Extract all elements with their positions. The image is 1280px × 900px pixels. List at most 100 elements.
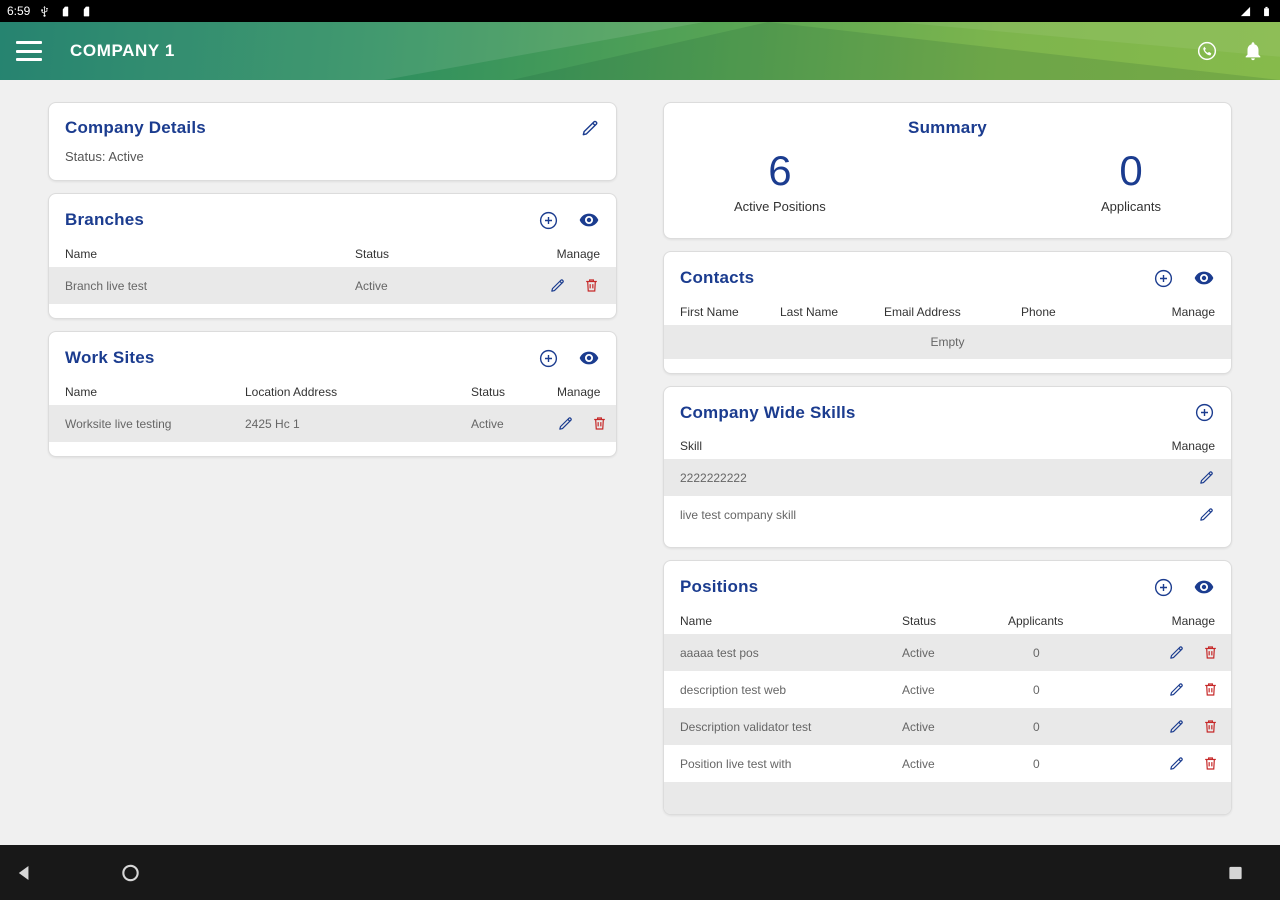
add-skill-icon[interactable] bbox=[1194, 402, 1215, 423]
signal-icon bbox=[1239, 5, 1252, 18]
appbar-decoration bbox=[896, 22, 1280, 57]
contacts-card: Contacts First Name Last Name Email Addr… bbox=[663, 251, 1232, 375]
column-header: Last Name bbox=[780, 304, 839, 319]
company-status-text: Status: Active bbox=[65, 149, 144, 164]
column-header: First Name bbox=[680, 304, 739, 319]
view-work-sites-eye-icon[interactable] bbox=[578, 347, 600, 369]
work-sites-card: Work Sites Name Location Address Status … bbox=[48, 331, 617, 457]
position-applicants: 0 bbox=[1033, 756, 1040, 771]
skill-row: 2222222222 bbox=[664, 459, 1231, 497]
edit-position-icon[interactable] bbox=[1168, 718, 1185, 735]
work-sites-header: Work Sites bbox=[49, 332, 616, 378]
edit-skill-icon[interactable] bbox=[1198, 469, 1215, 486]
edit-branch-icon[interactable] bbox=[549, 277, 566, 294]
summary-header: Summary bbox=[664, 103, 1231, 140]
notifications-bell-icon[interactable] bbox=[1242, 40, 1264, 62]
edit-skill-icon[interactable] bbox=[1198, 506, 1215, 523]
delete-position-icon[interactable] bbox=[1202, 718, 1219, 735]
left-column: Company Details Status: Active Branches … bbox=[48, 102, 617, 457]
column-header: Status bbox=[355, 246, 390, 261]
column-header: Status bbox=[902, 613, 937, 628]
delete-position-icon[interactable] bbox=[1202, 644, 1219, 661]
position-row: aaaaa test pos Active 0 bbox=[664, 634, 1231, 672]
contacts-title: Contacts bbox=[680, 268, 755, 288]
position-name: aaaaa test pos bbox=[680, 645, 759, 660]
delete-position-icon[interactable] bbox=[1202, 755, 1219, 772]
recents-button-icon[interactable] bbox=[1225, 862, 1246, 883]
branches-title: Branches bbox=[65, 210, 145, 229]
column-header: Name bbox=[65, 246, 98, 261]
edit-work-site-icon[interactable] bbox=[557, 415, 574, 432]
branch-status: Active bbox=[355, 278, 388, 293]
support-phone-icon[interactable] bbox=[1196, 40, 1218, 62]
appbar-actions bbox=[1196, 40, 1264, 62]
position-row: description test web Active 0 bbox=[664, 671, 1231, 708]
column-header: Manage bbox=[556, 246, 600, 261]
column-header: Email Address bbox=[884, 304, 961, 319]
delete-position-icon[interactable] bbox=[1202, 681, 1219, 698]
position-status: Active bbox=[902, 645, 935, 660]
active-positions-stat: 6 Active Positions bbox=[734, 147, 826, 215]
column-header: Status bbox=[471, 384, 506, 399]
column-header: Location Address bbox=[245, 384, 338, 399]
active-positions-value: 6 bbox=[768, 147, 792, 194]
skills-title: Company Wide Skills bbox=[680, 402, 856, 422]
active-positions-label: Active Positions bbox=[734, 199, 826, 215]
position-status: Active bbox=[902, 682, 935, 697]
applicants-stat: 0 Applicants bbox=[1101, 147, 1161, 215]
appbar-decoration bbox=[512, 22, 1280, 80]
add-position-icon[interactable] bbox=[1153, 577, 1174, 598]
company-details-title: Company Details bbox=[65, 118, 206, 137]
position-name: Position live test with bbox=[680, 756, 792, 771]
status-bar: 6:59 bbox=[0, 0, 1280, 22]
work-sites-table-header: Name Location Address Status Manage bbox=[49, 378, 616, 405]
work-sites-title: Work Sites bbox=[65, 348, 155, 367]
position-row-partial bbox=[664, 782, 1231, 815]
column-header: Manage bbox=[1171, 304, 1215, 319]
skills-table-header: Skill Manage bbox=[664, 432, 1231, 459]
home-button-icon[interactable] bbox=[120, 862, 141, 883]
edit-position-icon[interactable] bbox=[1168, 755, 1185, 772]
column-header: Manage bbox=[1171, 438, 1215, 453]
column-header: Name bbox=[680, 613, 713, 628]
contacts-table-header: First Name Last Name Email Address Phone… bbox=[664, 298, 1231, 325]
position-row: Position live test with Active 0 bbox=[664, 745, 1231, 782]
usb-icon bbox=[38, 5, 51, 18]
position-status: Active bbox=[902, 719, 935, 734]
column-header: Manage bbox=[557, 384, 601, 399]
contacts-empty-row: Empty bbox=[664, 325, 1231, 360]
skills-header: Company Wide Skills bbox=[664, 387, 1231, 432]
view-contacts-eye-icon[interactable] bbox=[1193, 267, 1215, 289]
column-header: Manage bbox=[1171, 613, 1215, 628]
edit-position-icon[interactable] bbox=[1168, 644, 1185, 661]
edit-position-icon[interactable] bbox=[1168, 681, 1185, 698]
branches-card: Branches Name Status Manage Branch live … bbox=[48, 193, 617, 319]
positions-title: Positions bbox=[680, 577, 759, 597]
view-branches-eye-icon[interactable] bbox=[578, 209, 600, 231]
back-button-icon[interactable] bbox=[14, 862, 35, 883]
company-details-card: Company Details Status: Active bbox=[48, 102, 617, 181]
add-work-site-icon[interactable] bbox=[538, 348, 559, 369]
skill-row: live test company skill bbox=[664, 496, 1231, 533]
hamburger-menu-button[interactable] bbox=[16, 41, 42, 61]
position-applicants: 0 bbox=[1033, 645, 1040, 660]
applicants-label: Applicants bbox=[1101, 199, 1161, 215]
work-site-name: Worksite live testing bbox=[65, 416, 172, 431]
status-time: 6:59 bbox=[7, 4, 31, 18]
add-contact-icon[interactable] bbox=[1153, 268, 1174, 289]
position-name: description test web bbox=[680, 682, 787, 697]
work-site-status: Active bbox=[471, 416, 504, 431]
company-details-header: Company Details bbox=[49, 103, 616, 147]
branch-name: Branch live test bbox=[65, 278, 148, 293]
edit-company-details-icon[interactable] bbox=[580, 118, 600, 138]
sim-card-icon bbox=[80, 5, 93, 18]
add-branch-icon[interactable] bbox=[538, 210, 559, 231]
company-wide-skills-card: Company Wide Skills Skill Manage 2222222… bbox=[663, 386, 1232, 549]
sd-card-icon bbox=[59, 5, 72, 18]
summary-stats: 6 Active Positions 0 Applicants bbox=[664, 140, 1231, 238]
battery-icon bbox=[1260, 5, 1273, 18]
view-positions-eye-icon[interactable] bbox=[1193, 576, 1215, 598]
column-header: Skill bbox=[680, 438, 703, 453]
delete-branch-icon[interactable] bbox=[583, 277, 600, 294]
delete-work-site-icon[interactable] bbox=[591, 415, 608, 432]
